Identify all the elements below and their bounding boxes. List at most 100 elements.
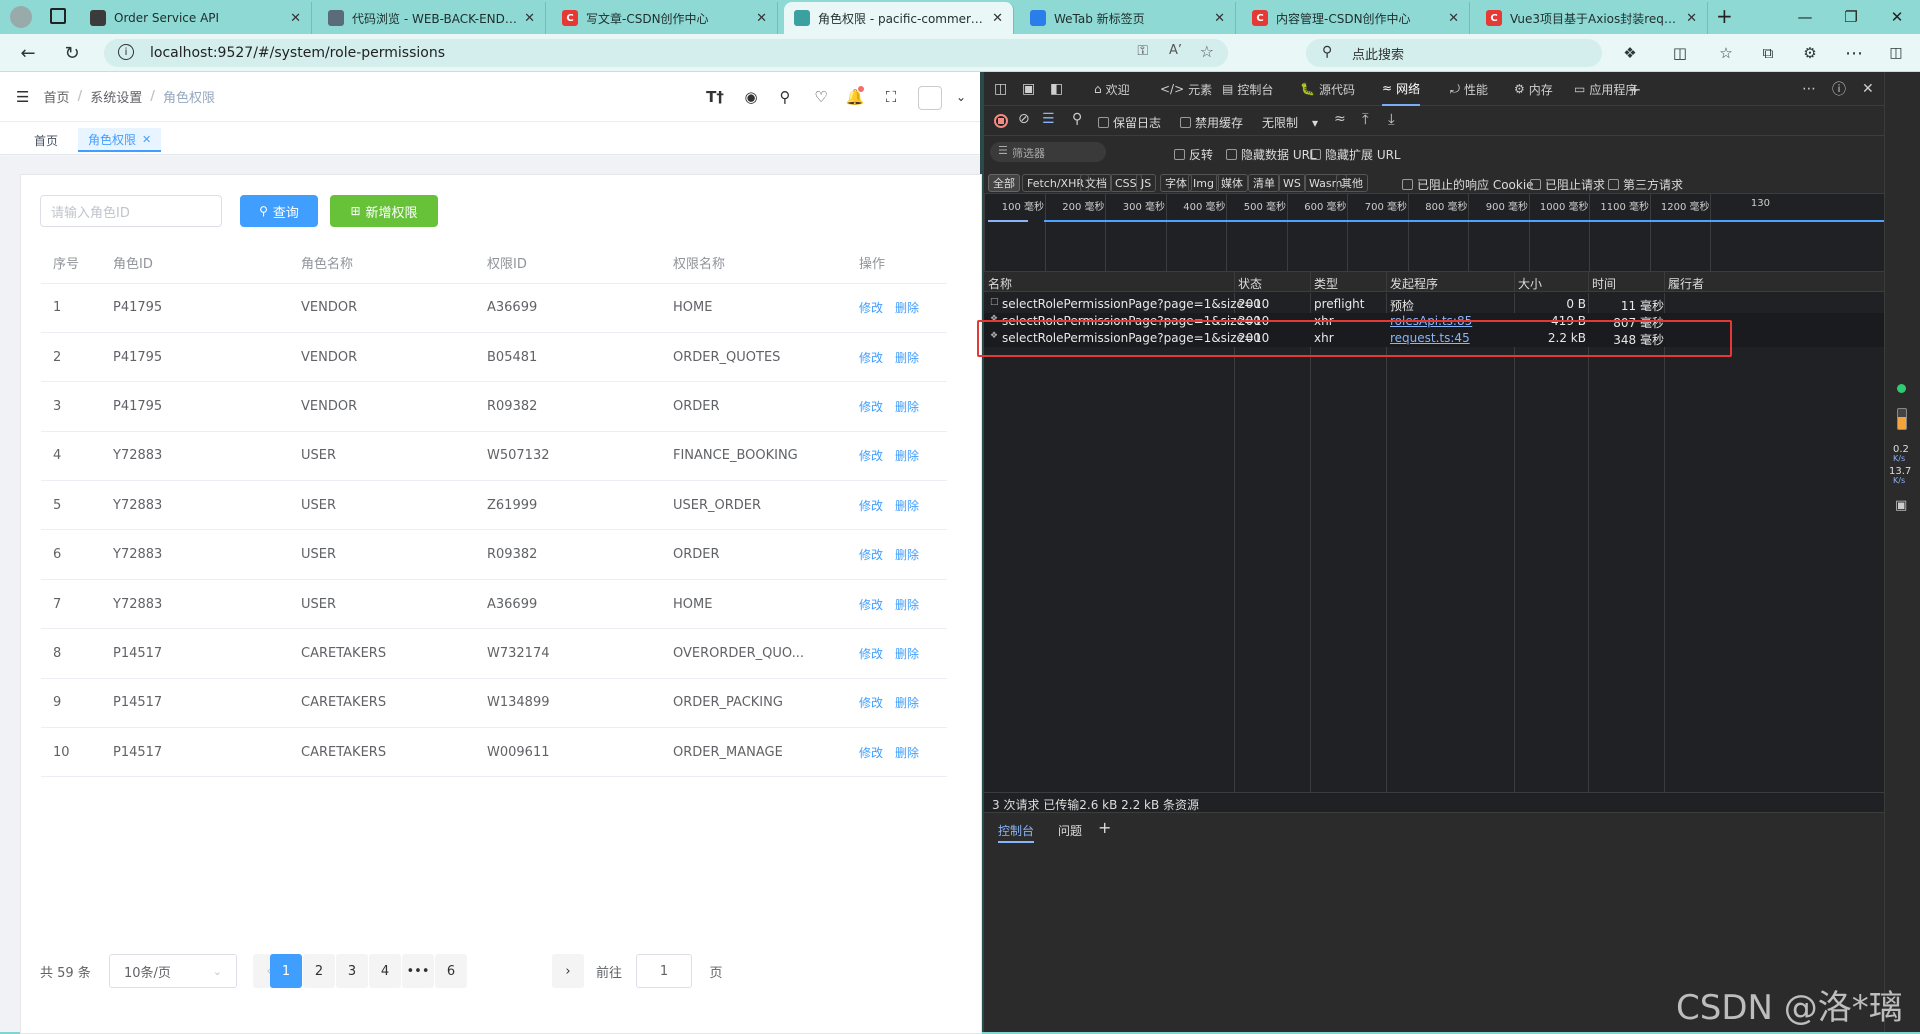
network-column-header[interactable]: 履行者 (1668, 275, 1704, 292)
browser-tab[interactable]: Order Service API ✕ (80, 2, 312, 34)
page-number-button[interactable]: 6 (435, 954, 467, 988)
disable-cache-checkbox[interactable]: 禁用缓存 (1180, 114, 1243, 131)
resource-type-filter[interactable]: Img (1188, 174, 1219, 192)
browser-tab[interactable]: 角色权限 - pacific-commercial-u ✕ (784, 2, 1014, 34)
breadcrumb-home[interactable]: 首页 (43, 87, 69, 106)
filter-input[interactable]: ☰ 筛选器 (990, 142, 1106, 162)
dock-side-icon[interactable]: ◧ (1050, 72, 1063, 106)
network-column-header[interactable]: 发起程序 (1390, 275, 1438, 292)
browser-essentials-icon[interactable]: ⚙ (1794, 38, 1826, 68)
edit-link[interactable]: 修改 (859, 647, 883, 661)
edit-link[interactable]: 修改 (859, 499, 883, 513)
more-menu-icon[interactable]: ⋯ (1838, 38, 1870, 68)
close-tab-icon[interactable]: ✕ (1686, 11, 1697, 26)
devtools-tab[interactable]: ▤ 控制台 (1222, 72, 1273, 106)
delete-link[interactable]: 删除 (895, 400, 919, 414)
third-party-checkbox[interactable]: 第三方请求 (1608, 176, 1683, 193)
clear-icon[interactable]: ⊘ (1018, 111, 1030, 127)
delete-link[interactable]: 删除 (895, 499, 919, 513)
blocked-requests-checkbox[interactable]: 已阻止请求 (1530, 176, 1605, 193)
resource-type-filter[interactable]: 其他 (1336, 174, 1368, 192)
resource-type-filter[interactable]: 媒体 (1216, 174, 1248, 192)
close-tab-icon[interactable]: ✕ (992, 11, 1003, 26)
theme-shirt-icon[interactable]: ♡ (810, 86, 832, 108)
key-icon[interactable]: ⚿ (1137, 43, 1148, 59)
page-number-button[interactable]: ••• (402, 954, 434, 988)
network-column-header[interactable]: 时间 (1592, 275, 1616, 292)
delete-link[interactable]: 删除 (895, 301, 919, 315)
edit-link[interactable]: 修改 (859, 746, 883, 760)
favorites-icon[interactable]: ☆ (1710, 38, 1742, 68)
back-icon[interactable]: ← (12, 38, 44, 68)
add-permission-button[interactable]: ⊞ 新增权限 (330, 195, 438, 227)
info-icon[interactable]: i (118, 44, 134, 60)
tab-actions-icon[interactable] (50, 8, 66, 24)
resource-type-filter[interactable]: WS (1278, 174, 1306, 192)
close-tab-icon[interactable]: ✕ (290, 11, 301, 26)
devtools-tab[interactable]: 🐛 源代码 (1300, 72, 1355, 106)
browser-tab[interactable]: C 内容管理-CSDN创作中心 ✕ (1242, 2, 1470, 34)
tag-close-icon[interactable]: ✕ (142, 133, 151, 146)
browser-tab[interactable]: C Vue3项目基于Axios封装request ✕ (1476, 2, 1708, 34)
restore-button[interactable]: ❐ (1828, 0, 1874, 34)
close-window-button[interactable]: ✕ (1874, 0, 1920, 34)
new-tab-button[interactable]: + (1716, 4, 1733, 28)
tag-role-permissions[interactable]: 角色权限 ✕ (78, 128, 162, 152)
chevron-down-icon[interactable]: ⌄ (950, 86, 972, 108)
page-number-button[interactable]: 4 (369, 954, 401, 988)
filter-toggle-icon[interactable]: ☰ (1042, 111, 1055, 127)
page-number-button[interactable]: 1 (270, 954, 302, 988)
read-aloud-icon[interactable]: A’ (1169, 43, 1182, 58)
screenshot-icon[interactable]: ▣ (1895, 498, 1907, 513)
delete-link[interactable]: 删除 (895, 548, 919, 562)
url-bar[interactable]: i localhost:9527/#/system/role-permissio… (104, 39, 1228, 67)
extensions-icon[interactable]: ❖ (1614, 38, 1646, 68)
delete-link[interactable]: 删除 (895, 351, 919, 365)
goto-page-input[interactable]: 1 (636, 954, 692, 988)
blocked-cookies-checkbox[interactable]: 已阻止的响应 Cookie (1402, 176, 1534, 193)
devtools-tab[interactable]: ⚙ 内存 (1514, 72, 1553, 106)
sidebar-toggle-icon[interactable]: ◫ (1880, 38, 1912, 68)
export-har-icon[interactable]: ⤓ (1388, 110, 1395, 128)
breadcrumb-system-settings[interactable]: 系统设置 (90, 87, 142, 106)
network-column-header[interactable]: 大小 (1518, 275, 1542, 292)
header-search-icon[interactable]: ⚲ (774, 86, 796, 108)
page-size-select[interactable]: 10条/页 ⌄ (109, 954, 237, 988)
browser-tab[interactable]: WeTab 新标签页 ✕ (1020, 2, 1236, 34)
devtools-tab[interactable]: ≈ 网络 (1382, 72, 1421, 106)
close-tab-icon[interactable]: ✕ (524, 11, 535, 26)
close-tab-icon[interactable]: ✕ (1448, 11, 1459, 26)
reload-icon[interactable]: ↻ (56, 38, 88, 68)
fullscreen-icon[interactable]: ⛶ (880, 86, 902, 108)
delete-link[interactable]: 删除 (895, 598, 919, 612)
resource-type-filter[interactable]: 文档 (1080, 174, 1112, 192)
resource-type-filter[interactable]: 清单 (1248, 174, 1280, 192)
notification-bell-icon[interactable]: 🔔 (844, 86, 866, 108)
minimize-button[interactable]: — (1782, 0, 1828, 34)
close-tab-icon[interactable]: ✕ (756, 11, 767, 26)
edit-link[interactable]: 修改 (859, 301, 883, 315)
resource-type-filter[interactable]: JS (1136, 174, 1157, 192)
help-icon[interactable]: ⓘ (1832, 72, 1846, 106)
import-har-icon[interactable]: ⤒ (1362, 110, 1369, 128)
page-number-button[interactable]: 3 (336, 954, 368, 988)
drawer-add-icon[interactable]: + (1098, 818, 1111, 837)
close-tab-icon[interactable]: ✕ (1214, 11, 1225, 26)
favorite-star-icon[interactable]: ☆ (1200, 42, 1214, 61)
search-icon[interactable]: ⚲ (1072, 111, 1082, 127)
edit-link[interactable]: 修改 (859, 400, 883, 414)
throttle-select[interactable]: 无限制 ▾ (1262, 114, 1318, 131)
delete-link[interactable]: 删除 (895, 449, 919, 463)
record-stop-icon[interactable] (994, 114, 1008, 128)
collections-icon[interactable]: ⧉ (1752, 38, 1784, 68)
devtools-more-icon[interactable]: ⋯ (1802, 72, 1816, 106)
edit-link[interactable]: 修改 (859, 548, 883, 562)
profile-avatar[interactable] (10, 6, 32, 28)
query-button[interactable]: ⚲ 查询 (240, 195, 318, 227)
resource-type-filter[interactable]: 全部 (988, 174, 1020, 192)
delete-link[interactable]: 删除 (895, 696, 919, 710)
network-request-row[interactable]: □ selectRolePermissionPage?page=1&size=10… (984, 296, 1920, 313)
network-column-header[interactable]: 类型 (1314, 275, 1338, 292)
role-id-search-input[interactable]: 请输入角色ID (40, 195, 222, 227)
browser-search-box[interactable]: ⚲ 点此搜索 (1306, 39, 1602, 67)
